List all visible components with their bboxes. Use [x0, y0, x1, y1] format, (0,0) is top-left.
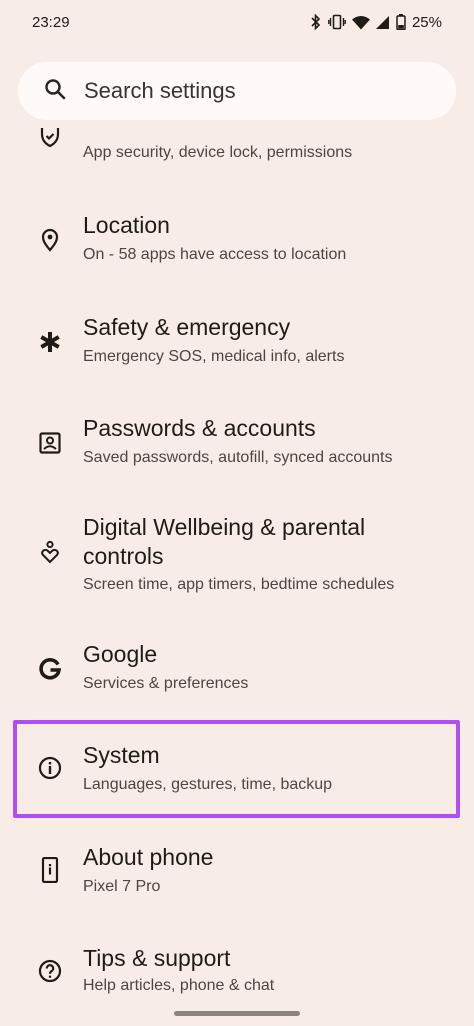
- asterisk-icon: [38, 330, 62, 354]
- tips-support-title: Tips & support: [83, 945, 231, 971]
- settings-item-system[interactable]: System Languages, gestures, time, backup: [0, 738, 474, 810]
- system-subtitle: Languages, gestures, time, backup: [83, 776, 333, 793]
- digital-wellbeing-subtitle: Screen time, app timers, bedtime schedul…: [83, 576, 395, 593]
- settings-item-passwords-accounts[interactable]: Passwords & accounts Saved passwords, au…: [0, 411, 474, 483]
- safety-emergency-subtitle: Emergency SOS, medical info, alerts: [83, 348, 345, 365]
- status-icons: 25%: [310, 14, 442, 31]
- passwords-accounts-title: Passwords & accounts: [83, 415, 316, 441]
- battery-icon: [396, 14, 406, 30]
- vibrate-icon: [328, 14, 346, 30]
- settings-item-location[interactable]: Location On - 58 apps have access to loc…: [0, 208, 474, 280]
- settings-item-digital-wellbeing[interactable]: Digital Wellbeing & parental controls Sc…: [0, 510, 474, 610]
- home-indicator[interactable]: [174, 1011, 300, 1016]
- settings-item-safety-emergency[interactable]: Safety & emergency Emergency SOS, medica…: [0, 310, 474, 382]
- security-subtitle: App security, device lock, permissions: [83, 144, 353, 161]
- settings-item-security[interactable]: App security, device lock, permissions: [0, 128, 474, 178]
- location-title: Location: [83, 212, 170, 238]
- shield-icon: [38, 128, 62, 152]
- google-subtitle: Services & preferences: [83, 675, 249, 692]
- location-subtitle: On - 58 apps have access to location: [83, 246, 347, 263]
- safety-emergency-title: Safety & emergency: [83, 314, 291, 340]
- search-label: Search settings: [84, 78, 236, 103]
- location-pin-icon: [38, 228, 62, 252]
- settings-item-google[interactable]: Google Services & preferences: [0, 637, 474, 709]
- battery-percentage: 25%: [411, 13, 442, 31]
- about-phone-title: About phone: [83, 844, 214, 870]
- digital-wellbeing-title-line1: Digital Wellbeing & parental: [83, 514, 366, 540]
- wifi-icon: [351, 15, 370, 30]
- digital-wellbeing-title-line2: controls: [83, 543, 164, 569]
- info-icon: [38, 756, 62, 780]
- bluetooth-icon: [310, 14, 322, 30]
- passwords-accounts-subtitle: Saved passwords, autofill, synced accoun…: [83, 449, 393, 466]
- tips-support-subtitle: Help articles, phone & chat: [83, 977, 275, 994]
- search-bar[interactable]: Search settings: [18, 62, 456, 120]
- google-title: Google: [83, 641, 158, 667]
- signal-icon: [375, 15, 390, 30]
- settings-item-about-phone[interactable]: About phone Pixel 7 Pro: [0, 840, 474, 912]
- about-phone-subtitle: Pixel 7 Pro: [83, 878, 161, 895]
- google-g-icon: [38, 657, 62, 681]
- search-icon: [44, 78, 66, 105]
- status-time: 23:29: [32, 13, 70, 31]
- help-icon: [38, 959, 62, 983]
- account-box-icon: [38, 431, 62, 455]
- wellbeing-icon: [38, 540, 62, 564]
- system-title: System: [83, 742, 160, 768]
- settings-item-tips-support[interactable]: Tips & support Help articles, phone & ch…: [0, 941, 474, 1013]
- status-bar: 23:29 25%: [0, 0, 474, 44]
- phone-info-icon: [38, 857, 62, 883]
